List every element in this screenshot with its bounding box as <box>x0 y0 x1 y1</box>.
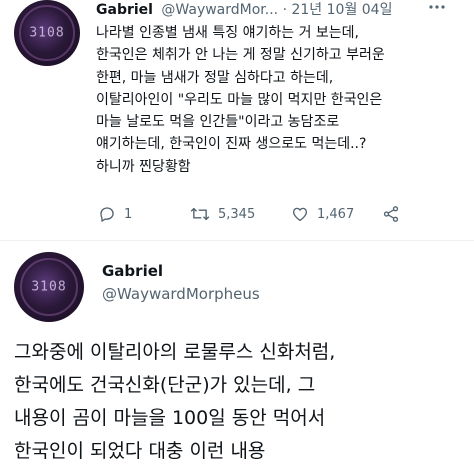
reply-icon <box>98 205 116 223</box>
like-button[interactable]: 1,467 <box>291 205 354 223</box>
avatar-text: 3108 <box>31 279 67 295</box>
reply-line: 그와중에 이탈리아의 로물루스 신화처럼, <box>14 341 336 363</box>
heart-icon <box>291 205 309 223</box>
like-count: 1,467 <box>317 206 355 222</box>
tweet-date[interactable]: 21년 10월 04일 <box>291 2 392 18</box>
share-button[interactable] <box>382 205 400 223</box>
avatar[interactable]: 3108 <box>14 0 80 66</box>
reply-button[interactable]: 1 <box>98 205 132 223</box>
tweet-text: 나라별 인종별 냄새 특징 얘기하는 거 보는데, 한국인은 체취가 안 나는 … <box>96 22 472 178</box>
author-name[interactable]: Gabriel <box>102 262 163 280</box>
author-handle[interactable]: @WaywardMor... <box>161 2 278 18</box>
tweet-line: 한편, 마늘 냄새가 정말 심하다고 하는데, <box>96 69 334 86</box>
reply-count: 1 <box>124 206 133 222</box>
retweet-icon <box>190 205 210 223</box>
tweet-line: 하니까 찐당황함 <box>96 158 191 175</box>
tweet-line: 이탈리아인이 "우리도 마늘 많이 먹지만 한국인은 <box>96 91 383 108</box>
more-icon[interactable] <box>428 0 446 18</box>
tweet-header: Gabriel @WaywardMor... · 21년 10월 04일 <box>96 0 392 19</box>
retweet-count: 5,345 <box>218 206 256 222</box>
reply-text: 그와중에 이탈리아의 로물루스 신화처럼, 한국에도 건국신화(단군)가 있는데… <box>14 336 470 468</box>
reply-line: 한국인이 되었다 대충 이런 내용 <box>14 440 266 462</box>
avatar[interactable]: 3108 <box>14 252 84 322</box>
tweet-line: 얘기하는데, 한국인이 진짜 생으로도 먹는데..? <box>96 136 367 153</box>
divider <box>0 240 474 241</box>
share-icon <box>382 205 400 223</box>
tweet-line: 나라별 인종별 냄새 특징 얘기하는 거 보는데, <box>96 25 359 41</box>
retweet-button[interactable]: 5,345 <box>190 205 255 223</box>
author-handle[interactable]: @WaywardMorpheus <box>102 285 260 303</box>
avatar-text: 3108 <box>29 25 65 41</box>
header-separator: · <box>282 2 288 18</box>
tweet-actions: 1 5,345 1,467 <box>96 205 466 227</box>
tweet-line: 마늘 날로도 먹을 인간들"이라고 농담조로 <box>96 114 340 131</box>
reply-line: 한국에도 건국신화(단군)가 있는데, 그 <box>14 374 316 396</box>
reply-line: 내용이 곰이 마늘을 100일 동안 먹어서 <box>14 407 326 429</box>
tweet-line: 한국인은 체취가 안 나는 게 정말 신기하고 부러운 <box>96 47 385 64</box>
author-name[interactable]: Gabriel <box>96 2 153 18</box>
